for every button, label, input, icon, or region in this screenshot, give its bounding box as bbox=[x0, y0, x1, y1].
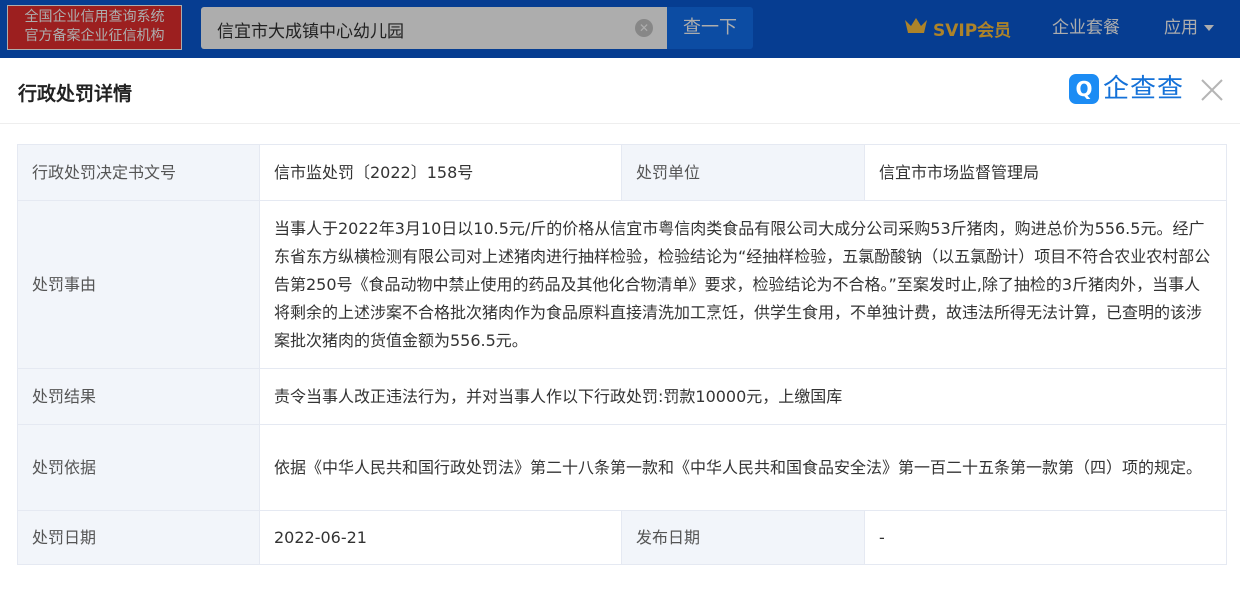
basis-label: 处罚依据 bbox=[17, 424, 260, 511]
modal-header: 行政处罚详情 Q 企查查 bbox=[0, 58, 1240, 124]
publish-date-label: 发布日期 bbox=[621, 510, 865, 565]
modal-overlay[interactable] bbox=[0, 0, 1240, 58]
basis-value: 依据《中华人民共和国行政处罚法》第二十八条第一款和《中华人民共和国食品安全法》第… bbox=[259, 424, 1227, 511]
modal-title: 行政处罚详情 bbox=[18, 83, 133, 105]
penalty-detail-modal: 行政处罚详情 Q 企查查 行政处罚决定书文号 信市监处罚〔2022〕158号 处… bbox=[0, 58, 1240, 606]
unit-label: 处罚单位 bbox=[621, 144, 865, 201]
result-label: 处罚结果 bbox=[17, 368, 260, 425]
table-row: 处罚日期 2022-06-21 发布日期 - bbox=[17, 510, 1227, 565]
close-icon[interactable] bbox=[1199, 77, 1225, 103]
unit-value: 信宜市市场监督管理局 bbox=[864, 144, 1227, 201]
table-row: 处罚事由 当事人于2022年3月10日以10.5元/斤的价格从信宜市粤信肉类食品… bbox=[17, 200, 1227, 369]
reason-label: 处罚事由 bbox=[17, 200, 260, 369]
table-row: 处罚依据 依据《中华人民共和国行政处罚法》第二十八条第一款和《中华人民共和国食品… bbox=[17, 424, 1227, 511]
table-row: 行政处罚决定书文号 信市监处罚〔2022〕158号 处罚单位 信宜市市场监督管理… bbox=[17, 144, 1227, 201]
publish-date-value: - bbox=[864, 510, 1227, 565]
result-value: 责令当事人改正违法行为，并对当事人作以下行政处罚:罚款10000元，上缴国库 bbox=[259, 368, 1227, 425]
penalty-detail-table: 行政处罚决定书文号 信市监处罚〔2022〕158号 处罚单位 信宜市市场监督管理… bbox=[17, 144, 1227, 565]
doc-number-value: 信市监处罚〔2022〕158号 bbox=[259, 144, 622, 201]
brand-logo: Q 企查查 bbox=[1069, 73, 1184, 105]
date-label: 处罚日期 bbox=[17, 510, 260, 565]
qichacha-logo-icon: Q bbox=[1069, 74, 1099, 104]
reason-value: 当事人于2022年3月10日以10.5元/斤的价格从信宜市粤信肉类食品有限公司大… bbox=[259, 200, 1227, 369]
table-row: 处罚结果 责令当事人改正违法行为，并对当事人作以下行政处罚:罚款10000元，上… bbox=[17, 368, 1227, 425]
date-value: 2022-06-21 bbox=[259, 510, 622, 565]
doc-number-label: 行政处罚决定书文号 bbox=[17, 144, 260, 201]
brand-name: 企查查 bbox=[1103, 74, 1185, 104]
